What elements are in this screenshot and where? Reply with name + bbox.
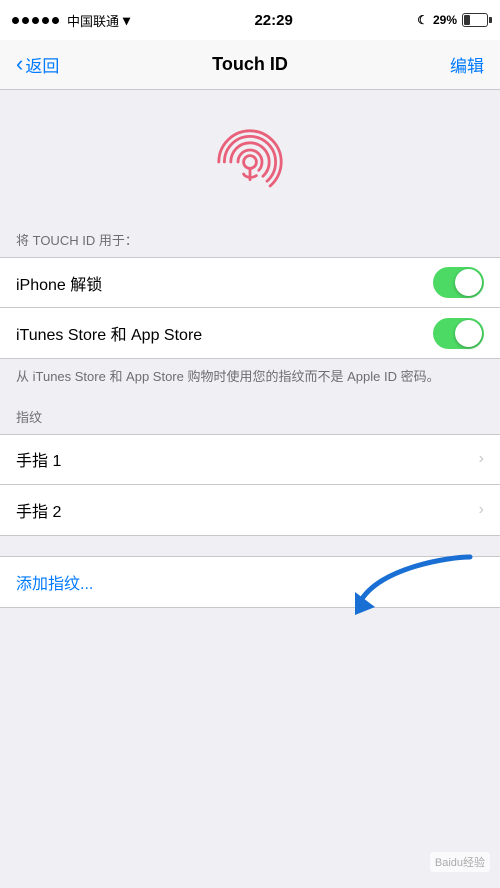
toggle-knob bbox=[455, 269, 482, 296]
nav-title: Touch ID bbox=[212, 54, 288, 75]
iphone-unlock-toggle[interactable] bbox=[433, 267, 484, 298]
moon-icon: ☾ bbox=[417, 13, 428, 27]
description-text: 从 iTunes Store 和 App Store 购物时使用您的指纹而不是 … bbox=[0, 359, 500, 407]
add-fingerprint-area: 添加指纹... bbox=[0, 556, 500, 608]
edit-button[interactable]: 编辑 bbox=[450, 52, 484, 77]
add-fingerprint-row[interactable]: 添加指纹... bbox=[0, 557, 500, 607]
chevron-right-icon-1: › bbox=[479, 450, 484, 468]
iphone-unlock-label: iPhone 解锁 bbox=[16, 271, 102, 295]
iphone-unlock-row: iPhone 解锁 bbox=[0, 258, 500, 308]
back-button[interactable]: ‹ 返回 bbox=[16, 52, 59, 77]
toggle-settings-group: iPhone 解锁 iTunes Store 和 App Store bbox=[0, 257, 500, 359]
toggle-knob-2 bbox=[455, 320, 482, 347]
nav-bar: ‹ 返回 Touch ID 编辑 bbox=[0, 40, 500, 90]
status-left: 中国联通 ▾ bbox=[12, 11, 130, 30]
appstore-row: iTunes Store 和 App Store bbox=[0, 308, 500, 358]
fingerprint-2-label: 手指 2 bbox=[16, 498, 61, 522]
fingerprint-1-label: 手指 1 bbox=[16, 447, 61, 471]
appstore-toggle[interactable] bbox=[433, 318, 484, 349]
status-bar: 中国联通 ▾ 22:29 ☾ 29% bbox=[0, 0, 500, 40]
content: 将 TOUCH ID 用于： iPhone 解锁 iTunes Store 和 … bbox=[0, 90, 500, 608]
add-fingerprint-label[interactable]: 添加指纹... bbox=[16, 570, 93, 594]
battery-icon bbox=[462, 13, 488, 27]
touch-id-section-label: 将 TOUCH ID 用于： bbox=[0, 230, 500, 257]
battery-percent: 29% bbox=[433, 13, 457, 27]
signal-dots bbox=[12, 17, 59, 24]
back-chevron-icon: ‹ bbox=[16, 53, 23, 75]
status-time: 22:29 bbox=[254, 12, 292, 29]
fingerprint-icon bbox=[210, 122, 290, 202]
wifi-icon: ▾ bbox=[123, 12, 130, 29]
carrier-label: 中国联通 bbox=[67, 11, 119, 30]
appstore-label: iTunes Store 和 App Store bbox=[16, 321, 202, 345]
fingerprint-list: 手指 1 › 手指 2 › bbox=[0, 434, 500, 536]
status-right: ☾ 29% bbox=[417, 13, 488, 27]
fingerprint-icon-area bbox=[0, 90, 500, 230]
back-label: 返回 bbox=[25, 52, 59, 77]
watermark: Baidu经验 bbox=[430, 852, 490, 872]
chevron-right-icon-2: › bbox=[479, 501, 484, 519]
fingerprint-item-1[interactable]: 手指 1 › bbox=[0, 435, 500, 485]
fingerprint-item-2[interactable]: 手指 2 › bbox=[0, 485, 500, 535]
fingerprint-section-label: 指纹 bbox=[0, 407, 500, 434]
